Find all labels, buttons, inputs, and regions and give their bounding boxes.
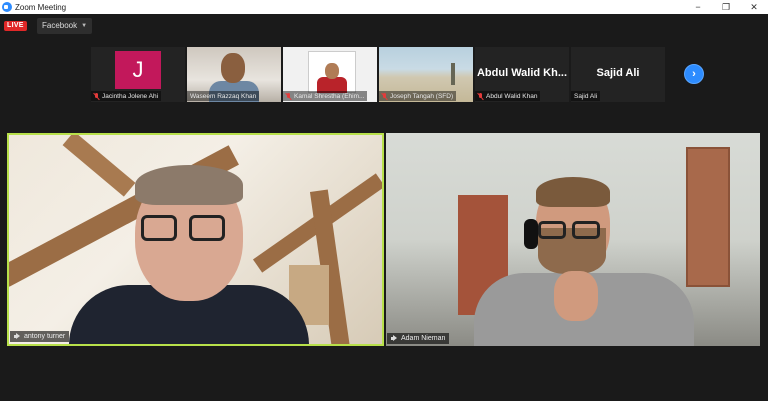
video-hand xyxy=(554,271,598,321)
participant-tile[interactable]: Kamal Shrestha (Ehim... xyxy=(283,47,377,102)
zoom-logo-icon xyxy=(2,2,12,12)
participant-display-name: Sajid Ali xyxy=(596,67,640,79)
stream-destination-label: Facebook xyxy=(42,21,78,30)
mic-muted-icon xyxy=(94,92,100,100)
participant-caption: Abdul Walid Khan xyxy=(475,91,541,101)
close-button[interactable]: ✕ xyxy=(740,0,768,14)
video-face xyxy=(325,63,339,79)
video-hair xyxy=(135,165,243,205)
participant-tile[interactable]: Sajid Ali Sajid Ali xyxy=(571,47,665,102)
participant-name: Kamal Shrestha (Ehim... xyxy=(294,92,365,100)
participant-caption: Kamal Shrestha (Ehim... xyxy=(283,91,368,101)
video-tile-active-speaker[interactable]: antony turner xyxy=(7,133,384,346)
mic-muted-icon xyxy=(382,92,388,100)
video-face xyxy=(221,53,245,83)
glasses xyxy=(538,221,566,239)
participant-tile[interactable]: Joseph Tangah (SFD) xyxy=(379,47,473,102)
live-badge: LIVE xyxy=(4,21,27,31)
video-object xyxy=(451,63,455,85)
chevron-right-icon: › xyxy=(692,68,696,80)
zoom-window: Zoom Meeting − ❐ ✕ LIVE Facebook ▼ J Jac… xyxy=(0,0,768,401)
video-hair xyxy=(536,177,610,207)
participant-display-name: Abdul Walid Kh... xyxy=(476,67,568,79)
participant-caption: Waseem Razzaq Khan xyxy=(187,91,260,101)
headphones xyxy=(524,219,538,249)
participant-name: Sajid Ali xyxy=(574,92,598,100)
participant-name: Waseem Razzaq Khan xyxy=(190,92,257,100)
restore-button[interactable]: ❐ xyxy=(712,0,740,14)
participant-caption: antony turner xyxy=(10,331,70,342)
window-controls: − ❐ ✕ xyxy=(684,0,768,14)
participant-name: Jacintha Jolene Ahi xyxy=(102,92,159,100)
participant-name: Joseph Tangah (SFD) xyxy=(390,92,454,100)
glasses xyxy=(189,215,225,241)
ceiling-beam xyxy=(62,135,136,197)
glasses xyxy=(141,215,177,241)
speaker-icon xyxy=(14,333,21,340)
participant-name: Abdul Walid Khan xyxy=(486,92,538,100)
speaker-icon xyxy=(391,335,398,342)
participant-caption: Sajid Ali xyxy=(571,91,601,101)
participant-strip: J Jacintha Jolene Ahi Waseem Razzaq Khan… xyxy=(91,47,665,102)
title-bar: Zoom Meeting − ❐ ✕ xyxy=(0,0,768,14)
mic-muted-icon xyxy=(286,92,292,100)
video-tile[interactable]: Adam Nieman xyxy=(386,133,760,346)
participant-tile[interactable]: J Jacintha Jolene Ahi xyxy=(91,47,185,102)
participant-name: Adam Nieman xyxy=(401,335,446,342)
participant-caption: Adam Nieman xyxy=(387,333,450,344)
participant-caption: Jacintha Jolene Ahi xyxy=(91,91,162,101)
glasses xyxy=(572,221,600,239)
next-page-button[interactable]: › xyxy=(684,64,704,84)
participant-caption: Joseph Tangah (SFD) xyxy=(379,91,457,101)
caret-down-icon: ▼ xyxy=(81,23,88,29)
stream-destination-button[interactable]: Facebook ▼ xyxy=(37,18,93,34)
window-title: Zoom Meeting xyxy=(15,2,67,12)
avatar: J xyxy=(115,51,161,89)
participant-name: antony turner xyxy=(24,333,66,340)
mic-muted-icon xyxy=(478,92,484,100)
live-stream-bar: LIVE Facebook ▼ xyxy=(0,14,768,38)
participant-tile[interactable]: Waseem Razzaq Khan xyxy=(187,47,281,102)
minimize-button[interactable]: − xyxy=(684,0,712,14)
participant-tile[interactable]: Abdul Walid Kh... Abdul Walid Khan xyxy=(475,47,569,102)
office-door xyxy=(686,147,730,287)
